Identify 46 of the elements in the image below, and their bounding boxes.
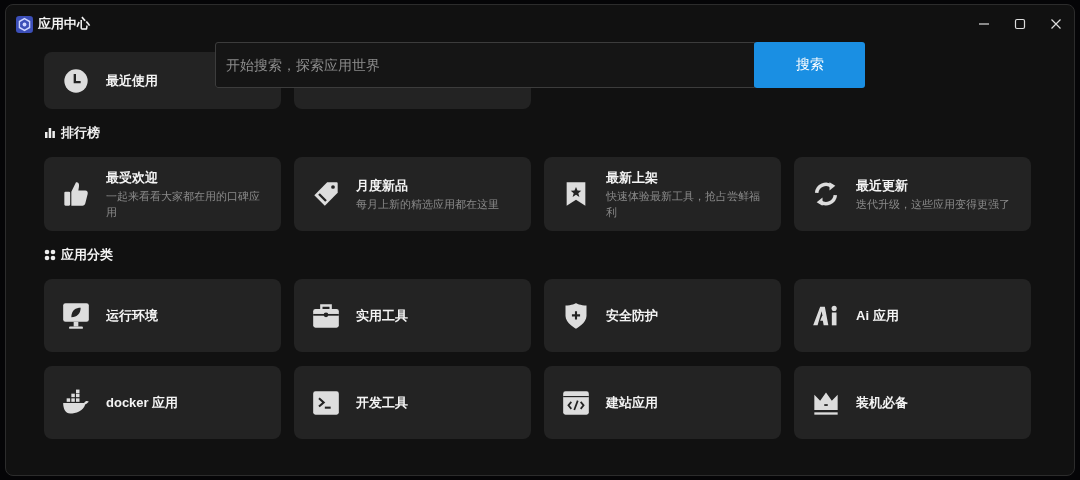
terminal-icon xyxy=(312,388,340,417)
category-card[interactable]: Ai 应用 xyxy=(794,279,1031,352)
close-icon[interactable] xyxy=(1050,18,1062,30)
ranking-card[interactable]: 最新上架 快速体验最新工具，抢占尝鲜福利 xyxy=(544,157,781,231)
search-field[interactable]: 开始搜索，探索应用世界 xyxy=(215,42,755,88)
app-logo-icon xyxy=(16,15,33,33)
category-card[interactable]: 装机必备 xyxy=(794,366,1031,439)
window-title: 应用中心 xyxy=(38,15,90,33)
card-title: 开发工具 xyxy=(356,393,408,412)
card-title: 最新上架 xyxy=(606,168,659,187)
card-title: 月度新品 xyxy=(356,176,409,195)
section-title: 应用分类 xyxy=(61,246,113,264)
tag-icon xyxy=(312,180,340,208)
ranking-card[interactable]: 最受欢迎 一起来看看大家都在用的口碑应用 xyxy=(44,157,281,231)
card-title: 装机必备 xyxy=(856,393,908,412)
category-card[interactable]: 开发工具 xyxy=(294,366,531,439)
card-title: 最近使用 xyxy=(106,71,158,90)
card-title: 实用工具 xyxy=(356,306,408,325)
category-card[interactable]: 运行环境 xyxy=(44,279,281,352)
toolbox-icon xyxy=(312,301,340,330)
ranking-card[interactable]: 月度新品 每月上新的精选应用都在这里 xyxy=(294,157,531,231)
card-title: 安全防护 xyxy=(606,306,658,325)
card-title: Ai 应用 xyxy=(856,306,899,325)
monitor-leaf-icon xyxy=(62,301,90,330)
card-description: 快速体验最新工具，抢占尝鲜福利 xyxy=(606,188,761,220)
card-title: 运行环境 xyxy=(106,306,158,325)
maximize-icon[interactable] xyxy=(1014,18,1026,30)
category-card[interactable]: 实用工具 xyxy=(294,279,531,352)
four-dots-icon xyxy=(44,249,56,261)
card-title: 最近更新 xyxy=(856,176,909,195)
clock-icon xyxy=(62,66,90,95)
card-description: 每月上新的精选应用都在这里 xyxy=(356,196,499,212)
card-description: 一起来看看大家都在用的口碑应用 xyxy=(106,188,261,220)
code-window-icon xyxy=(562,388,590,417)
card-title: 建站应用 xyxy=(606,393,658,412)
bar-chart-icon xyxy=(44,127,56,139)
refresh-icon xyxy=(812,180,840,208)
card-title: 最受欢迎 xyxy=(106,168,159,187)
category-card[interactable]: 安全防护 xyxy=(544,279,781,352)
category-card[interactable]: docker 应用 xyxy=(44,366,281,439)
category-card[interactable]: 建站应用 xyxy=(544,366,781,439)
ranking-card[interactable]: 最近更新 迭代升级，这些应用变得更强了 xyxy=(794,157,1031,231)
section-title: 排行榜 xyxy=(61,124,100,142)
card-title: docker 应用 xyxy=(106,393,179,412)
card-description: 迭代升级，这些应用变得更强了 xyxy=(856,196,1010,212)
thumbs-up-icon xyxy=(62,180,90,208)
